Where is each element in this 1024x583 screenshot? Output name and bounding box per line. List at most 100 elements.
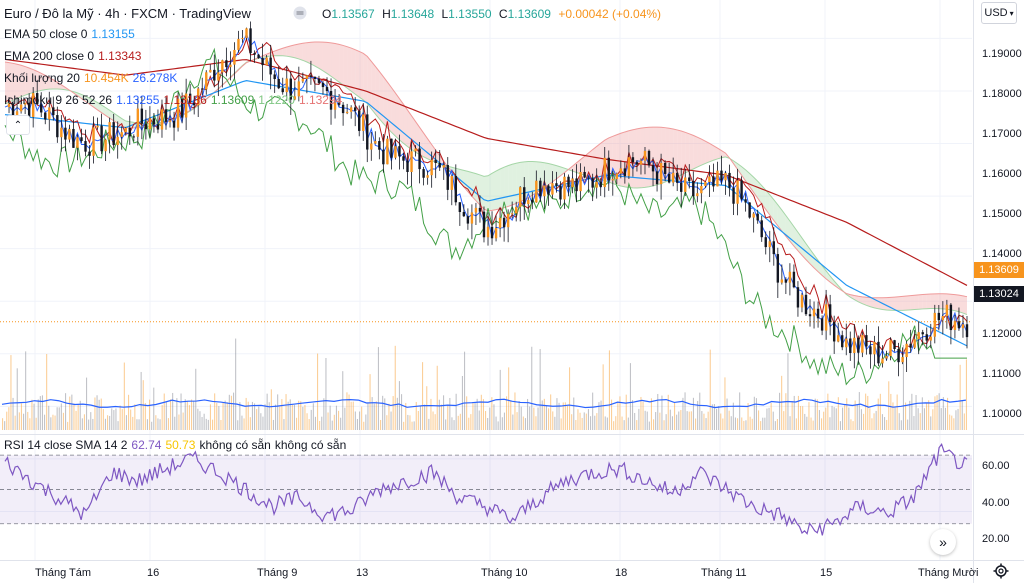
volume-bar xyxy=(896,394,898,430)
volume-bar xyxy=(270,389,272,430)
legend-ema50[interactable]: EMA 50 close 0 1.13155 xyxy=(4,27,139,41)
volume-bar xyxy=(762,417,764,430)
volume-bar xyxy=(674,402,676,430)
cloud-segment xyxy=(922,294,927,309)
cloud-segment xyxy=(322,42,328,74)
candle-body xyxy=(667,173,671,183)
volume-bar xyxy=(860,409,862,430)
volume-bar xyxy=(373,403,375,430)
candle-body xyxy=(474,207,478,213)
volume-bar xyxy=(60,403,62,430)
volume-bar xyxy=(827,393,829,430)
candle-body xyxy=(756,213,759,221)
candle-body xyxy=(869,346,872,355)
candle-body xyxy=(108,122,111,140)
cloud-segment xyxy=(962,295,967,315)
volume-bar xyxy=(770,403,772,430)
gear-icon[interactable] xyxy=(993,563,1009,579)
candle-body xyxy=(792,271,796,288)
cloud-segment xyxy=(954,294,959,312)
volume-bar xyxy=(214,393,216,430)
volume-bar xyxy=(233,392,235,430)
volume-bar xyxy=(300,401,302,430)
candle-body xyxy=(494,228,498,239)
scroll-to-realtime-button[interactable]: » xyxy=(930,529,956,555)
candle-body xyxy=(961,324,965,329)
legend-rsi[interactable]: RSI 14 close SMA 14 2 62.74 50.73 không có … xyxy=(4,438,350,452)
volume-bar xyxy=(369,374,371,430)
volume-bar xyxy=(20,403,22,430)
candle-body xyxy=(92,127,95,156)
volume-bar xyxy=(665,414,667,430)
legend-ichimoku-label: Ichimoku 9 26 52 26 xyxy=(4,93,113,107)
price-tick: 1.19000 xyxy=(982,48,1022,60)
volume-bar xyxy=(482,399,484,430)
cloud-segment xyxy=(689,133,694,171)
volume-bar xyxy=(375,401,377,430)
volume-bar xyxy=(113,410,115,430)
candle-body xyxy=(917,332,920,340)
volume-bar xyxy=(31,399,33,430)
volume-bar xyxy=(102,409,104,430)
volume-bar xyxy=(699,392,701,430)
volume-bar xyxy=(858,392,860,430)
volume-bar xyxy=(371,397,373,430)
volume-bar xyxy=(510,400,512,430)
legend-ichimoku[interactable]: Ichimoku 9 26 52 26 1.13255 1.13186 1.13609… xyxy=(4,93,346,107)
volume-bar xyxy=(226,402,228,430)
time-label: 18 xyxy=(615,567,628,579)
candle-body xyxy=(800,294,804,308)
candle-body xyxy=(402,156,405,161)
volume-bar xyxy=(957,408,959,430)
volume-bar xyxy=(260,413,262,430)
volume-bar xyxy=(863,413,865,430)
candle-body xyxy=(643,150,647,161)
candle-body xyxy=(164,109,168,122)
volume-bar xyxy=(363,421,365,430)
collapse-legend-button[interactable]: ⌃ xyxy=(6,115,30,135)
candle-body xyxy=(680,182,683,192)
volume-bar xyxy=(755,398,757,430)
price-tick: 1.18000 xyxy=(982,88,1022,100)
currency-select[interactable]: USD ▾ xyxy=(981,2,1017,24)
candle-body xyxy=(442,165,445,168)
volume-bar xyxy=(201,417,203,430)
volume-bar xyxy=(449,397,451,430)
volume-bar xyxy=(182,412,184,430)
volume-bar xyxy=(333,414,335,430)
price-tick: 1.17000 xyxy=(982,128,1022,140)
volume-bar xyxy=(29,418,31,430)
volume-bar xyxy=(401,394,403,430)
volume-bar xyxy=(781,375,783,430)
volume-bar xyxy=(149,399,151,430)
volume-bar xyxy=(436,365,438,430)
candle-body xyxy=(768,241,771,248)
volume-bar xyxy=(464,351,466,430)
candle-body xyxy=(510,213,514,215)
volume-bar xyxy=(949,414,951,430)
volume-bar xyxy=(865,393,867,430)
candle-body xyxy=(836,335,840,342)
volume-bar xyxy=(104,418,106,430)
candle-body xyxy=(957,321,961,329)
hide-indicators-icon[interactable] xyxy=(293,6,307,20)
volume-bar xyxy=(911,393,913,430)
cloud-segment xyxy=(335,43,340,83)
candle-body xyxy=(881,358,884,364)
legend-ema200[interactable]: EMA 200 close 0 1.13343 xyxy=(4,49,145,63)
cloud-segment xyxy=(958,295,963,314)
volume-bar xyxy=(94,397,96,430)
volume-bar xyxy=(783,411,785,430)
candle-body xyxy=(579,171,582,192)
cloud-segment xyxy=(677,129,682,177)
volume-bar xyxy=(390,411,392,430)
candle-body xyxy=(816,308,820,319)
volume-bar xyxy=(625,394,627,430)
volume-bar xyxy=(871,418,873,430)
volume-bar xyxy=(938,393,940,430)
time-label: 13 xyxy=(356,567,369,579)
candle-body xyxy=(712,176,715,187)
candle-body xyxy=(273,74,276,80)
candle-body xyxy=(845,338,848,348)
legend-volume[interactable]: Khối lượng 20 10.454K 26.278K xyxy=(4,71,181,85)
